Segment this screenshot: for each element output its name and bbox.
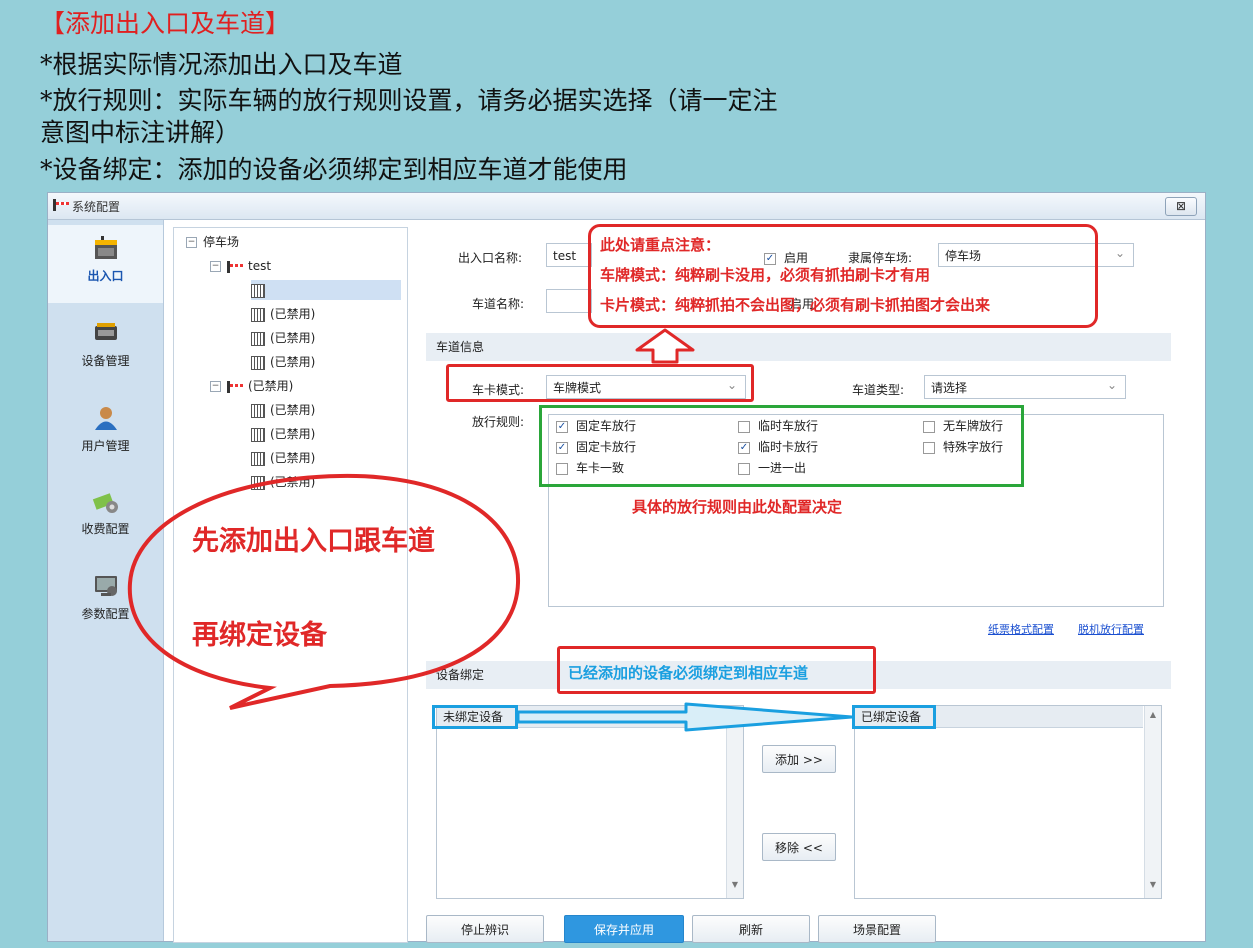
lane-type-select[interactable]: 请选择 xyxy=(924,373,1126,399)
tree-node-lane[interactable]: (已禁用) xyxy=(251,424,315,444)
tree-node-root[interactable]: − 停车场 xyxy=(186,232,239,252)
lane-icon xyxy=(251,331,265,346)
add-device-button[interactable]: 添加 >> xyxy=(762,745,836,773)
tree-node-lane[interactable]: (已禁用) xyxy=(251,304,315,324)
gate-icon xyxy=(227,260,243,273)
bubble-line-2: 再绑定设备 xyxy=(192,620,327,651)
slide-line-3: 意图中标注讲解） xyxy=(40,118,241,147)
bound-header-highlight xyxy=(852,705,936,729)
scene-config-button[interactable]: 场景配置 xyxy=(818,915,936,943)
slide-line-1: *根据实际情况添加出入口及车道 xyxy=(40,50,403,79)
tree-node-gate-disabled[interactable]: − (已禁用) xyxy=(210,376,293,396)
tree-node-lane[interactable]: (已禁用) xyxy=(251,352,315,372)
tree-node-lane[interactable]: (已禁用) xyxy=(251,400,315,420)
slide-line-2: *放行规则：实际车辆的放行规则设置，请务必据实选择（请一定注 xyxy=(40,86,778,115)
lane-icon xyxy=(251,283,265,298)
card-mode-highlight xyxy=(446,364,754,402)
collapse-icon[interactable]: − xyxy=(210,261,221,272)
ticket-format-link[interactable]: 纸票格式配置 xyxy=(988,621,1054,637)
bound-device-list[interactable]: 已绑定设备 ▲ ▼ xyxy=(854,705,1162,899)
collapse-icon[interactable]: − xyxy=(210,381,221,392)
note-title: 此处请重点注意： xyxy=(600,236,721,254)
tree-node-lane[interactable]: (已禁用) xyxy=(251,328,315,348)
collapse-icon[interactable]: − xyxy=(186,237,197,248)
gate-icon xyxy=(95,236,117,259)
scrollbar[interactable]: ▲▼ xyxy=(1144,706,1161,898)
gate-name-label: 出入口名称: xyxy=(458,251,523,265)
app-icon xyxy=(53,199,69,211)
user-icon xyxy=(95,407,117,430)
lane-icon xyxy=(251,427,265,442)
rules-note: 具体的放行规则由此处配置决定 xyxy=(632,498,843,516)
tree-node-lane-selected[interactable] xyxy=(251,280,401,300)
lane-icon xyxy=(251,355,265,370)
gate-name-input[interactable]: test xyxy=(546,243,592,267)
lane-info-section: 车道信息 xyxy=(426,333,1171,361)
nav-item-user[interactable]: 用户管理 xyxy=(48,395,163,473)
refresh-button[interactable]: 刷新 xyxy=(692,915,810,943)
lane-name-input[interactable] xyxy=(546,289,592,313)
up-arrow-icon xyxy=(635,328,695,364)
stop-recognition-button[interactable]: 停止辨识 xyxy=(426,915,544,943)
slide-title: 【添加出入口及车道】 xyxy=(40,9,291,38)
scroll-down-icon[interactable]: ▼ xyxy=(727,880,743,894)
tree-node-lane[interactable]: (已禁用) xyxy=(251,448,315,468)
bubble-line-1: 先添加出入口跟车道 xyxy=(192,526,435,557)
bind-note: 已经添加的设备必须绑定到相应车道 xyxy=(568,664,809,682)
nav-item-gate[interactable]: 出入口 xyxy=(48,225,163,303)
window-titlebar: 系统配置 ⊠ xyxy=(48,193,1205,220)
note-card-mode: 卡片模式：纯粹抓拍不会出图，必须有刷卡抓拍图才会出来 xyxy=(600,296,991,314)
save-apply-button[interactable]: 保存并应用 xyxy=(564,915,684,943)
tree-node-gate-test[interactable]: − test xyxy=(210,256,271,276)
nav-item-device[interactable]: 设备管理 xyxy=(48,310,163,388)
right-arrow-icon xyxy=(516,702,854,732)
close-button[interactable]: ⊠ xyxy=(1165,197,1197,216)
remove-device-button[interactable]: 移除 << xyxy=(762,833,836,861)
offline-release-link[interactable]: 脱机放行配置 xyxy=(1078,621,1144,637)
device-icon xyxy=(95,323,117,340)
unbound-device-list[interactable]: 未绑定设备 ▲▼ xyxy=(436,705,744,899)
rules-label: 放行规则: xyxy=(472,415,525,429)
scroll-up-icon[interactable]: ▲ xyxy=(1145,710,1161,724)
speech-bubble xyxy=(127,473,521,710)
gate-icon xyxy=(227,380,243,393)
scroll-down-icon[interactable]: ▼ xyxy=(1145,880,1161,894)
lane-type-label: 车道类型: xyxy=(852,383,905,397)
rules-highlight xyxy=(539,405,1024,487)
slide-line-4: *设备绑定：添加的设备必须绑定到相应车道才能使用 xyxy=(40,155,628,184)
lane-icon xyxy=(251,451,265,466)
note-plate-mode: 车牌模式：纯粹刷卡没用，必须有抓拍刷卡才有用 xyxy=(600,266,931,284)
unbound-header-highlight xyxy=(432,705,518,729)
scrollbar[interactable]: ▲▼ xyxy=(726,706,743,898)
lane-icon xyxy=(251,403,265,418)
window-title: 系统配置 xyxy=(72,200,121,214)
lane-icon xyxy=(251,307,265,322)
lane-name-label: 车道名称: xyxy=(472,297,525,311)
fee-icon xyxy=(92,493,118,513)
settings-icon xyxy=(95,576,117,596)
